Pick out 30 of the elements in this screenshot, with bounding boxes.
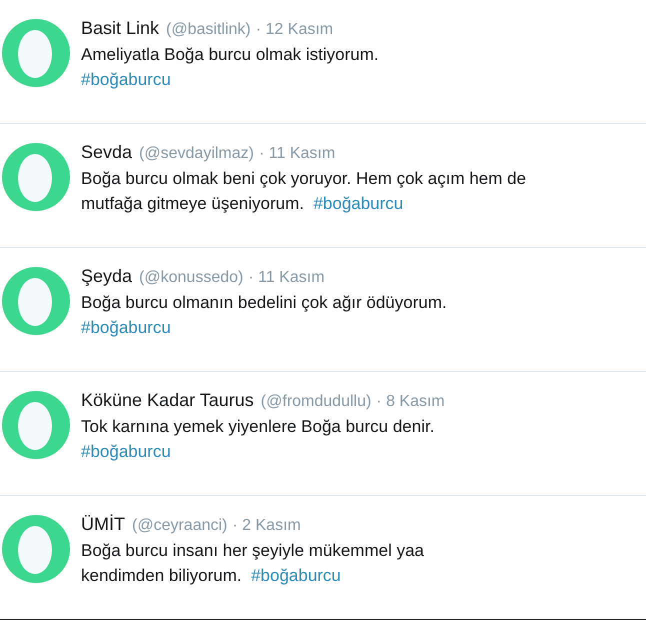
- hashtag-link[interactable]: #boğaburcu: [81, 442, 171, 461]
- user-name[interactable]: Köküne Kadar Taurus: [81, 388, 254, 413]
- tweet-date: · 11 Kasım: [248, 268, 325, 288]
- user-name[interactable]: Basit Link: [81, 16, 160, 41]
- tweet-text: Boğa burcu olmak beni çok yoruyor. Hem çok açım hem de mutfağa gitmeye üşeniyorum. #boğaburcu: [81, 168, 526, 215]
- tweet-date: · 12 Kasım: [256, 20, 334, 40]
- tweet-date: · 11 Kasım: [258, 144, 336, 164]
- tweet-date: · 2 Kasım: [232, 516, 301, 536]
- tweet-text: Boğa burcu olmanın bedelini çok ağır ödüyorum. #boğaburcu: [81, 292, 447, 339]
- tweet-text: Ameliyatla Boğa burcu olmak istiyorum. #boğaburcu: [81, 44, 379, 91]
- user-name[interactable]: ÜMİT: [81, 512, 125, 537]
- tweet-text: Boğa burcu insanı her şeyiyle mükemmel yaa kendimden biliyorum. #boğaburcu: [81, 540, 424, 587]
- user-handle[interactable]: (@ceyraanci): [132, 513, 228, 538]
- hashtag-link[interactable]: #boğaburcu: [251, 566, 341, 585]
- user-name[interactable]: Şeyda: [81, 264, 132, 289]
- hashtag-link[interactable]: #boğaburcu: [81, 318, 171, 337]
- user-handle[interactable]: (@fromdudullu): [260, 389, 372, 414]
- hashtag-link[interactable]: #boğaburcu: [81, 70, 171, 89]
- avatar-icon[interactable]: [2, 267, 70, 335]
- user-handle[interactable]: (@sevdayilmaz): [139, 141, 254, 166]
- user-name[interactable]: Sevda: [81, 140, 132, 165]
- tweet-text: Tok karnına yemek yiyenlere Boğa burcu denir. #boğaburcu: [81, 416, 436, 463]
- avatar-icon[interactable]: [2, 19, 70, 87]
- avatar-icon[interactable]: [2, 515, 70, 583]
- user-handle[interactable]: (@basitlink): [166, 17, 251, 42]
- user-handle[interactable]: (@konussedo): [139, 265, 244, 290]
- avatar-icon[interactable]: [2, 391, 70, 459]
- hashtag-link[interactable]: #boğaburcu: [313, 194, 404, 213]
- tweet-date: · 8 Kasım: [376, 392, 445, 412]
- avatar-icon[interactable]: [2, 143, 70, 211]
